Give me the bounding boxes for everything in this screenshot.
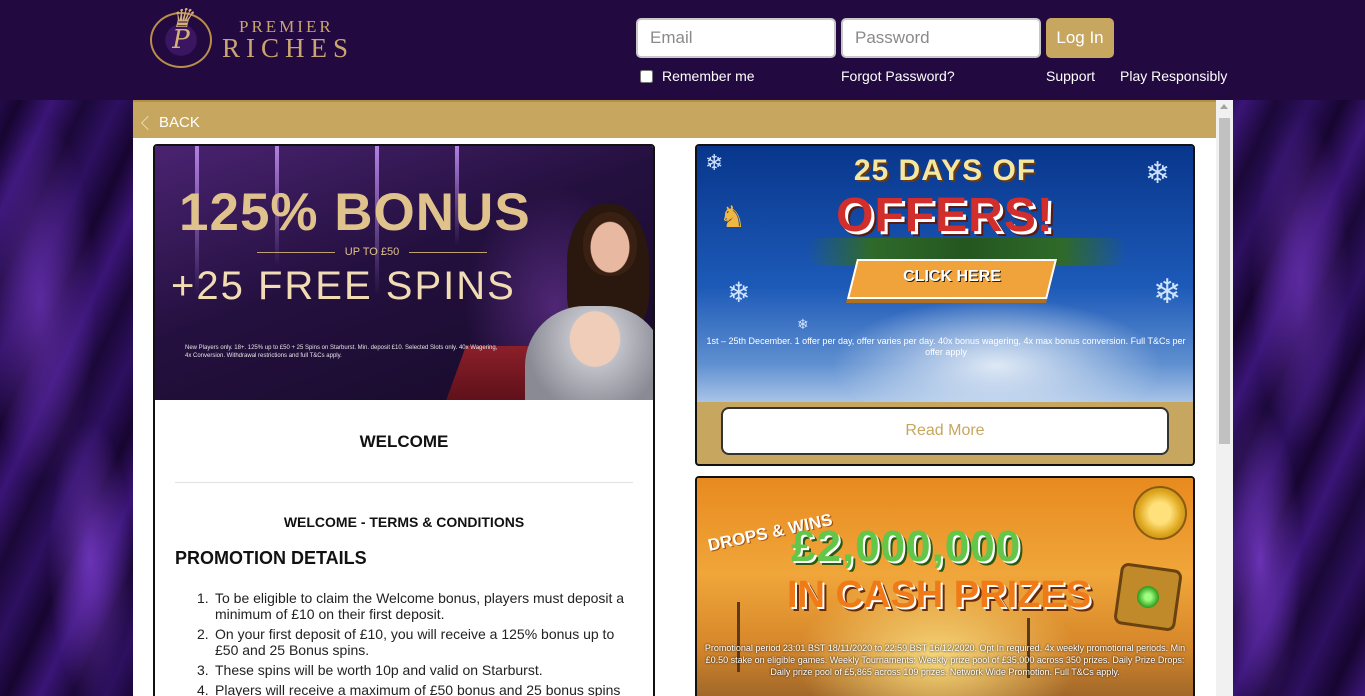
site-header: ♛ P PREMIER RICHES Log In Remember me Fo… [0,0,1365,100]
offers-promo-card: ❄ ❄ ❄ ❄ ❄ ♞ 25 DAYS OF OFFERS! CLICK HER… [695,144,1195,466]
offers-title-line2: OFFERS! [836,189,1054,242]
back-button[interactable]: BACK [140,114,200,131]
model-face-graphic [583,212,637,276]
snowflake-icon: ❄ [797,316,809,332]
welcome-promo-card: 125% BONUS UP TO £50 +25 FREE SPINS New … [153,144,655,696]
crest-icon: ♛ P [150,4,212,68]
bonus-terms-text: New Players only. 18+. 125% up to £50 + … [185,345,498,359]
prize-amount: £2,000,000 [791,522,1022,571]
divider-line [409,251,487,253]
bonus-cap: UP TO £50 [247,246,497,258]
bonus-cap-text: UP TO £50 [344,246,400,258]
welcome-bonus-banner[interactable]: 125% BONUS UP TO £50 +25 FREE SPINS New … [155,146,653,400]
back-bar: BACK [133,100,1216,138]
scrollbar-thumb[interactable] [1219,118,1230,444]
list-item: 2. On your first deposit of £10, you wil… [197,626,615,658]
emerald-icon [1137,586,1159,608]
offers-title-line1: 25 DAYS OF [853,154,1037,187]
list-item: 3. These spins will be worth 10p and val… [197,662,543,678]
terms-heading: WELCOME - TERMS & CONDITIONS [283,514,525,530]
bonus-title: 125% BONUS [179,183,531,242]
promotion-details-heading: PROMOTION DETAILS [175,548,367,568]
offers-terms-text: 1st – 25th December. 1 offer per day, of… [706,336,1186,357]
remember-me-checkbox[interactable] [640,69,653,83]
logo-wordmark: PREMIER RICHES [222,18,354,62]
section-divider [175,482,633,483]
divider-line [257,251,335,253]
promotion-details-list: 1. To be eligible to claim the Welcome b… [197,590,635,696]
model-dress-graphic [525,306,653,400]
logo-bottom-text: RICHES [222,33,355,63]
login-button[interactable]: Log In [1046,18,1114,58]
snowflake-icon: ❄ [727,277,751,308]
list-item: 4. Players will receive a maximum of £50… [197,682,621,696]
gold-coin-icon [1133,486,1187,540]
remember-me[interactable]: Remember me [640,68,755,84]
vertical-scrollbar[interactable] [1216,100,1233,696]
support-link[interactable]: Support [1046,68,1095,84]
promotions-panel: BACK 125% BONUS UP TO £50 +25 FREE SPINS… [133,100,1233,696]
email-field[interactable] [636,18,836,58]
free-spins-text: +25 FREE SPINS [171,264,516,308]
list-item-text: These spins will be worth 10p and valid … [215,662,543,678]
password-field[interactable] [841,18,1041,58]
crown-icon: ♛ [170,4,194,34]
premier-riches-logo[interactable]: ♛ P PREMIER RICHES [150,4,365,70]
drops-terms-text: Promotional period 23:01 BST 18/11/2020 … [704,643,1186,677]
list-item-text: To be eligible to claim the Welcome bonu… [215,590,625,622]
list-item-text: Players will receive a maximum of £50 bo… [215,682,621,696]
welcome-heading: WELCOME [359,432,449,451]
snowflake-icon: ❄ [1153,273,1182,311]
chevron-left-icon [140,115,156,130]
remember-me-label: Remember me [662,68,755,84]
offers-banner[interactable]: ❄ ❄ ❄ ❄ ❄ ♞ 25 DAYS OF OFFERS! CLICK HER… [697,146,1193,402]
cash-prizes-text: IN CASH PRIZES [787,574,1092,616]
list-item-text: On your first deposit of £10, you will r… [215,626,615,658]
drops-wins-promo-card: DROPS & WINS £2,000,000 IN CASH PRIZES P… [695,476,1195,696]
read-more-button[interactable]: Read More [721,407,1169,455]
click-here-label: CLICK HERE [903,268,1001,285]
play-responsibly-link[interactable]: Play Responsibly [1120,68,1227,84]
scroll-up-icon[interactable] [1220,104,1228,109]
forgot-password-link[interactable]: Forgot Password? [841,68,955,84]
back-label: BACK [159,114,200,131]
drops-wins-banner[interactable]: DROPS & WINS £2,000,000 IN CASH PRIZES P… [697,478,1193,696]
list-item: 1. To be eligible to claim the Welcome b… [197,590,625,622]
